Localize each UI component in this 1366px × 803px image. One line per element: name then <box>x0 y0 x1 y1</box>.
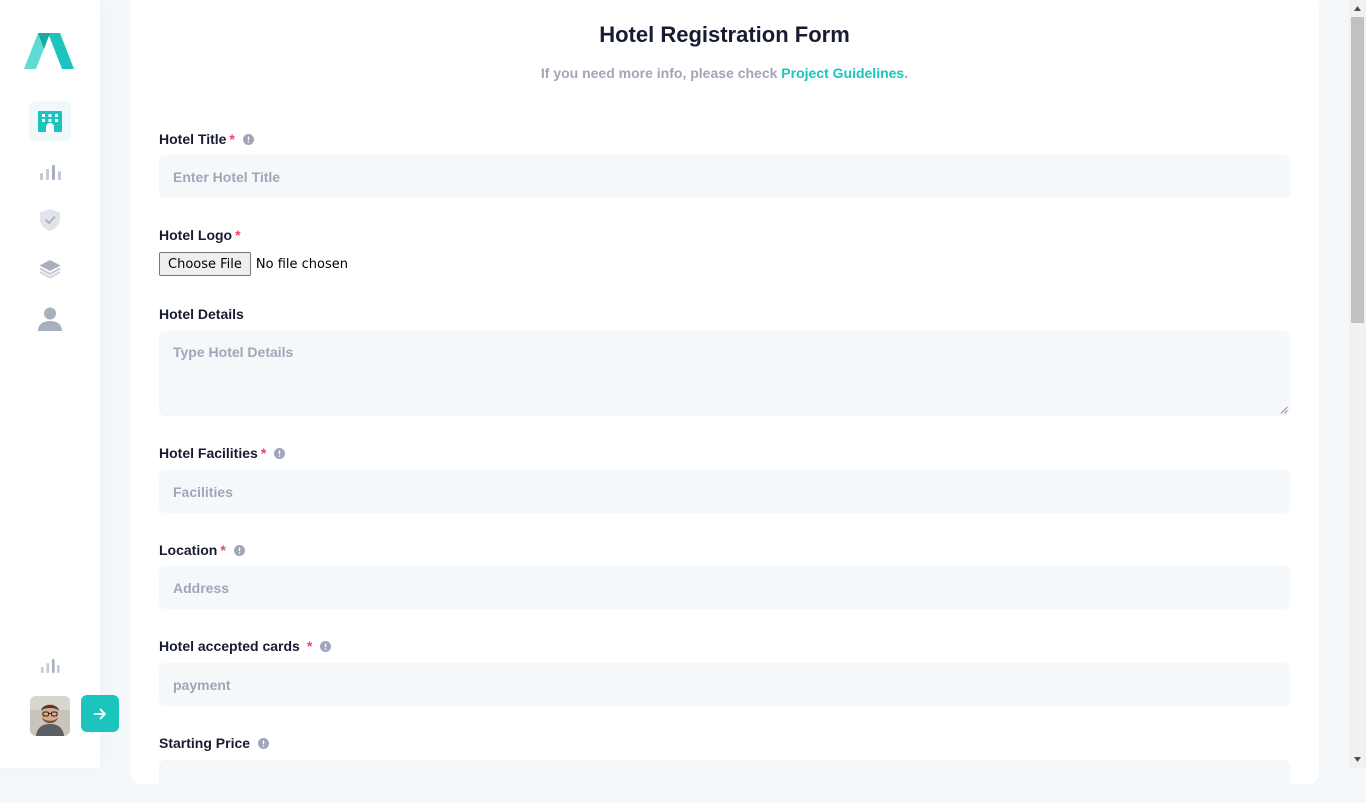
accepted-cards-input[interactable]: payment <box>159 663 1290 706</box>
required-marker: * <box>260 445 267 461</box>
file-status: No file chosen <box>255 256 348 272</box>
hotel-details-placeholder: Type Hotel Details <box>173 344 294 360</box>
info-icon[interactable] <box>320 640 332 652</box>
hotel-logo-file-input: Choose File No file chosen <box>159 252 348 276</box>
scroll-up-arrow-icon[interactable] <box>1353 4 1362 13</box>
location-label-text: Location <box>159 542 218 558</box>
hotel-title-placeholder: Enter Hotel Title <box>173 168 281 185</box>
starting-price-label: Starting Price <box>159 735 270 751</box>
hotel-logo-label: Hotel Logo * <box>159 227 241 243</box>
nav-hotels[interactable] <box>29 101 71 141</box>
starting-price-label-text: Starting Price <box>159 735 251 751</box>
page-scrollbar[interactable] <box>1349 0 1366 768</box>
subtitle-suffix: . <box>904 65 909 81</box>
accepted-cards-placeholder: payment <box>173 676 231 693</box>
required-marker: * <box>235 227 241 243</box>
scroll-down-arrow-icon[interactable] <box>1353 755 1362 764</box>
sidebar-toggle-button[interactable] <box>81 695 119 732</box>
info-icon[interactable] <box>274 447 286 459</box>
hotel-title-input[interactable]: Enter Hotel Title <box>159 155 1290 198</box>
nav-security[interactable] <box>29 200 71 240</box>
starting-price-input[interactable] <box>159 760 1290 803</box>
location-label: Location * <box>159 542 245 558</box>
required-marker: * <box>306 638 313 654</box>
user-avatar[interactable] <box>30 696 70 736</box>
hotel-facilities-label: Hotel Facilities * <box>159 445 286 461</box>
nav-statistics[interactable] <box>29 152 71 192</box>
hotel-logo-label-text: Hotel Logo <box>159 227 233 243</box>
hotel-facilities-input[interactable]: Facilities <box>159 470 1290 513</box>
app-logo[interactable] <box>24 33 74 69</box>
shield-check-icon <box>40 209 60 231</box>
accepted-cards-label-text: Hotel accepted cards <box>159 638 300 654</box>
hotel-details-label: Hotel Details <box>159 306 244 322</box>
hotel-details-label-text: Hotel Details <box>159 306 244 322</box>
building-icon <box>38 111 62 132</box>
accepted-cards-label: Hotel accepted cards * <box>159 638 332 654</box>
required-marker: * <box>220 542 226 558</box>
nav-layers[interactable] <box>29 249 71 289</box>
subtitle-text: If you need more info, please check <box>540 65 782 81</box>
hotel-title-label-text: Hotel Title <box>159 131 227 147</box>
required-marker: * <box>229 131 235 147</box>
info-icon[interactable] <box>233 544 245 556</box>
project-guidelines-link[interactable]: Project Guidelines <box>781 65 904 81</box>
choose-file-button[interactable]: Choose File <box>159 252 251 276</box>
location-input[interactable]: Address <box>159 566 1290 609</box>
hotel-facilities-placeholder: Facilities <box>173 483 233 500</box>
bar-chart-icon <box>41 659 60 673</box>
info-icon[interactable] <box>258 737 270 749</box>
hotel-title-label: Hotel Title * <box>159 131 254 147</box>
page-subtitle: If you need more info, please check Proj… <box>130 65 1319 81</box>
arrow-right-icon <box>93 708 106 719</box>
hotel-facilities-label-text: Hotel Facilities <box>159 445 258 461</box>
bar-chart-icon <box>40 165 61 180</box>
resize-handle-icon[interactable] <box>1280 406 1288 414</box>
info-icon[interactable] <box>242 133 254 145</box>
nav-profile[interactable] <box>29 299 71 339</box>
sidebar <box>0 0 100 768</box>
nav-bottom-statistics[interactable] <box>29 646 71 686</box>
page-title: Hotel Registration Form <box>599 22 850 47</box>
registration-form-card: Hotel Registration Form If you need more… <box>130 0 1319 803</box>
location-placeholder: Address <box>173 579 230 596</box>
scrollbar-thumb[interactable] <box>1351 17 1364 323</box>
layers-icon <box>39 260 61 279</box>
user-icon <box>38 307 62 331</box>
hotel-details-textarea[interactable]: Type Hotel Details <box>159 331 1290 416</box>
